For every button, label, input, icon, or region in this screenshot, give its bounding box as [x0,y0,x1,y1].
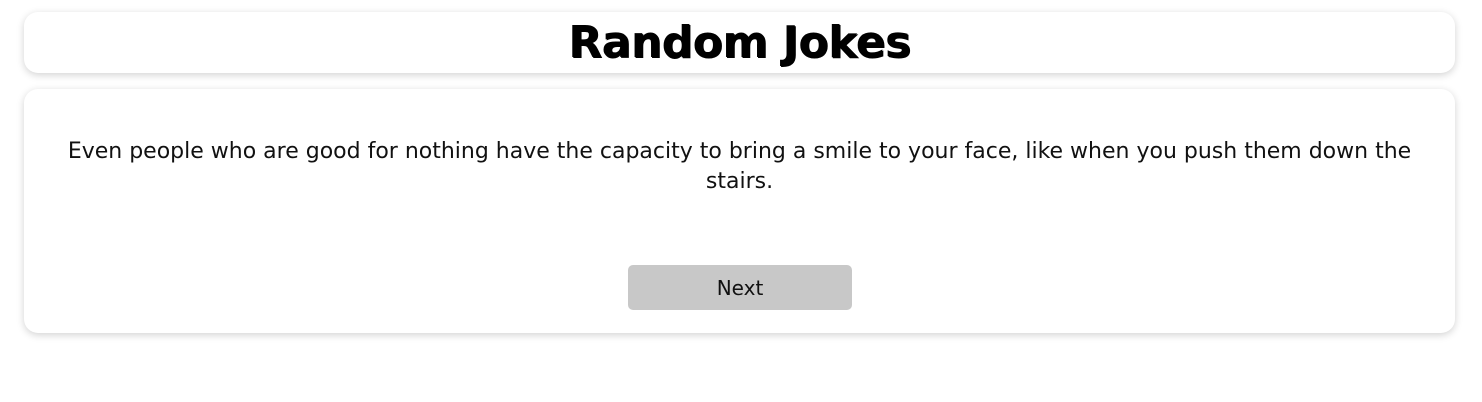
joke-card: Even people who are good for nothing hav… [24,89,1455,333]
header-card: Random Jokes [24,12,1455,73]
joke-text: Even people who are good for nothing hav… [67,139,1412,194]
page-title: Random Jokes [568,16,911,68]
next-button[interactable]: Next [628,265,852,310]
